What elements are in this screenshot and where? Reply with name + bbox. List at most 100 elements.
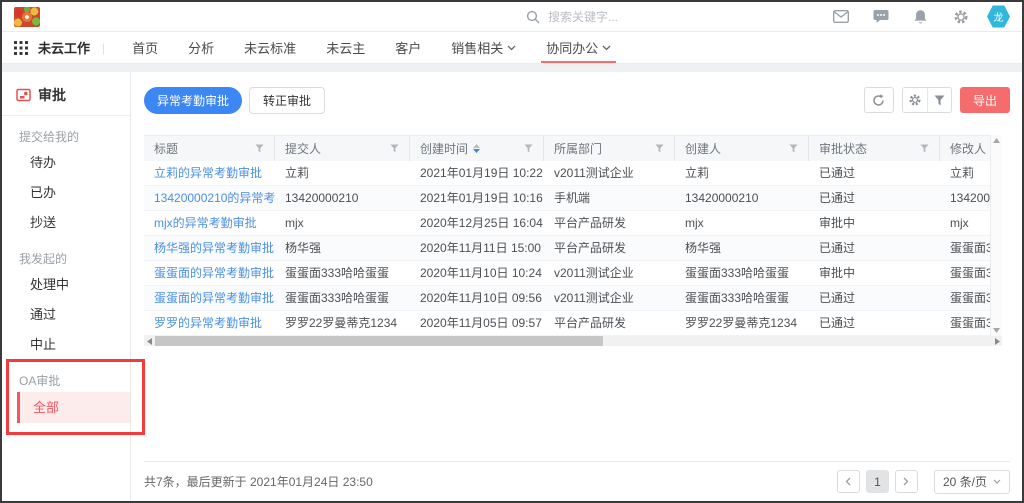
scroll-right-icon[interactable] — [992, 338, 1002, 345]
search-placeholder: 搜索关键字... — [548, 8, 618, 25]
cell-title-link[interactable]: 蛋蛋面的异常考勤审批 — [144, 286, 275, 310]
pagination: 1 20 条/页 — [837, 470, 1010, 494]
cell-created: 2021年01月19日 10:16 — [410, 186, 544, 210]
cell-status: 审批中 — [809, 261, 940, 285]
sidebar-item-aborted[interactable]: 中止 — [2, 330, 130, 360]
sidebar-item-passed[interactable]: 通过 — [2, 300, 130, 330]
sidebar-item-todo[interactable]: 待办 — [2, 148, 130, 178]
cell-modifier: mjx — [940, 211, 990, 235]
nav-item-analysis[interactable]: 分析 — [173, 32, 229, 63]
cell-creator: 罗罗22罗曼蒂克1234 — [675, 311, 809, 335]
tab-abnormal-attendance[interactable]: 异常考勤审批 — [144, 87, 242, 114]
nav-item-sales[interactable]: 销售相关 — [436, 32, 531, 63]
mail-icon[interactable] — [832, 8, 849, 25]
column-header-approval-status[interactable]: 审批状态 — [809, 136, 940, 161]
nav-item-collaboration[interactable]: 协同办公 — [531, 32, 626, 63]
toolbar-actions: 导出 — [864, 87, 1010, 113]
global-search[interactable]: 搜索关键字... — [524, 8, 704, 25]
topbar: 搜索关键字... 龙 — [2, 2, 1022, 32]
nav-item-customer[interactable]: 客户 — [380, 32, 436, 63]
table-row[interactable]: 蛋蛋面的异常考勤审批 蛋蛋面333哈哈蛋蛋 2020年11月10日 09:56 … — [144, 286, 990, 311]
cell-department: 平台产品研发 — [544, 311, 675, 335]
column-header-modifier[interactable]: 修改人 — [940, 136, 990, 161]
cell-submitter: mjx — [275, 211, 410, 235]
column-header-department[interactable]: 所属部门 — [544, 136, 675, 161]
filter-icon[interactable] — [920, 144, 929, 153]
chevron-down-icon — [993, 479, 1001, 484]
user-avatar[interactable]: 龙 — [987, 5, 1010, 28]
sort-icon[interactable] — [473, 144, 480, 153]
table-row[interactable]: 13420000210的异常考勤审批 13420000210 2021年01月1… — [144, 186, 990, 211]
sidebar-item-processing[interactable]: 处理中 — [2, 270, 130, 300]
bell-icon[interactable] — [912, 8, 929, 25]
cell-title-link[interactable]: 13420000210的异常考勤审批 — [144, 186, 275, 210]
refresh-icon — [872, 94, 885, 107]
chat-icon[interactable] — [872, 8, 889, 25]
nav-divider: | — [102, 41, 105, 55]
scrollbar-thumb[interactable] — [155, 336, 603, 346]
nav-item-main[interactable]: 未云主 — [311, 32, 380, 63]
cell-submitter: 立莉 — [275, 161, 410, 185]
navbar: 未云工作 | 首页 分析 未云标准 未云主 客户 销售相关 协同办公 — [2, 32, 1022, 64]
vertical-scrollbar[interactable] — [990, 135, 1002, 336]
table-row[interactable]: 立莉的异常考勤审批 立莉 2021年01月19日 10:22 v2011测试企业… — [144, 161, 990, 186]
page-size-select[interactable]: 20 条/页 — [934, 470, 1010, 494]
filter-button[interactable] — [927, 88, 951, 112]
scroll-left-icon[interactable] — [144, 338, 154, 345]
workspace-title[interactable]: 未云工作 — [38, 38, 90, 57]
navbar-left: 未云工作 | — [14, 32, 117, 63]
cell-title-link[interactable]: 立莉的异常考勤审批 — [144, 161, 275, 185]
table-header-row: 标题 提交人 创建时间 — [144, 135, 990, 161]
cell-status: 已通过 — [809, 286, 940, 310]
sidebar-item-all[interactable]: 全部 — [17, 392, 130, 423]
table-row[interactable]: 杨华强的异常考勤审批 杨华强 2020年11月11日 15:00 平台产品研发 … — [144, 236, 990, 261]
filter-icon[interactable] — [655, 144, 664, 153]
table-row[interactable]: 罗罗的异常考勤审批 罗罗22罗曼蒂克1234 2020年11月05日 09:57… — [144, 311, 990, 336]
filter-icon[interactable] — [255, 144, 264, 153]
filter-icon[interactable] — [390, 144, 399, 153]
refresh-button[interactable] — [864, 87, 894, 113]
cell-modifier: 13420000210 — [940, 186, 990, 210]
tab-regularization[interactable]: 转正审批 — [249, 87, 325, 114]
cell-title-link[interactable]: 罗罗的异常考勤审批 — [144, 311, 275, 335]
cell-creator: 13420000210 — [675, 186, 809, 210]
sidebar-title: 审批 — [38, 85, 66, 105]
company-logo[interactable] — [14, 7, 40, 27]
next-page-button[interactable] — [895, 470, 918, 493]
cell-department: v2011测试企业 — [544, 261, 675, 285]
topbar-icons — [832, 8, 969, 25]
column-settings-button[interactable] — [903, 88, 927, 112]
cell-title-link[interactable]: mjx的异常考勤审批 — [144, 211, 275, 235]
column-header-submitter[interactable]: 提交人 — [275, 136, 410, 161]
cell-title-link[interactable]: 蛋蛋面的异常考勤审批 — [144, 261, 275, 285]
active-nav-underline — [541, 61, 616, 63]
chevron-right-icon — [903, 477, 909, 486]
column-header-creator[interactable]: 创建人 — [675, 136, 809, 161]
scroll-down-icon[interactable] — [993, 328, 1000, 333]
scroll-up-icon[interactable] — [993, 138, 1000, 143]
filter-icon — [934, 95, 945, 106]
content: 审批 提交给我的 待办 已办 抄送 我发起的 处理中 通过 中止 OA审批 全部… — [2, 72, 1022, 501]
export-button[interactable]: 导出 — [960, 87, 1010, 113]
column-header-created-time[interactable]: 创建时间 — [410, 136, 544, 161]
cell-department: 平台产品研发 — [544, 236, 675, 260]
cell-title-link[interactable]: 杨华强的异常考勤审批 — [144, 236, 275, 260]
sidebar-item-cc[interactable]: 抄送 — [2, 208, 130, 238]
chevron-left-icon — [845, 477, 851, 486]
sidebar-item-done[interactable]: 已办 — [2, 178, 130, 208]
filter-icon[interactable] — [789, 144, 798, 153]
nav-item-home[interactable]: 首页 — [117, 32, 173, 63]
horizontal-scrollbar[interactable] — [144, 336, 1002, 346]
table-row[interactable]: 蛋蛋面的异常考勤审批 蛋蛋面333哈哈蛋蛋 2020年11月10日 10:24 … — [144, 261, 990, 286]
cell-created: 2020年11月10日 10:24 — [410, 261, 544, 285]
filter-icon[interactable] — [524, 144, 533, 153]
cell-submitter: 杨华强 — [275, 236, 410, 260]
table-row[interactable]: mjx的异常考勤审批 mjx 2020年12月25日 16:04 平台产品研发 … — [144, 211, 990, 236]
page-number-1[interactable]: 1 — [866, 470, 889, 493]
gear-icon[interactable] — [952, 8, 969, 25]
apps-grid-icon[interactable] — [14, 41, 28, 55]
column-header-title[interactable]: 标题 — [144, 136, 275, 161]
chevron-down-icon — [507, 45, 516, 51]
prev-page-button[interactable] — [837, 470, 860, 493]
nav-item-standard[interactable]: 未云标准 — [229, 32, 311, 63]
